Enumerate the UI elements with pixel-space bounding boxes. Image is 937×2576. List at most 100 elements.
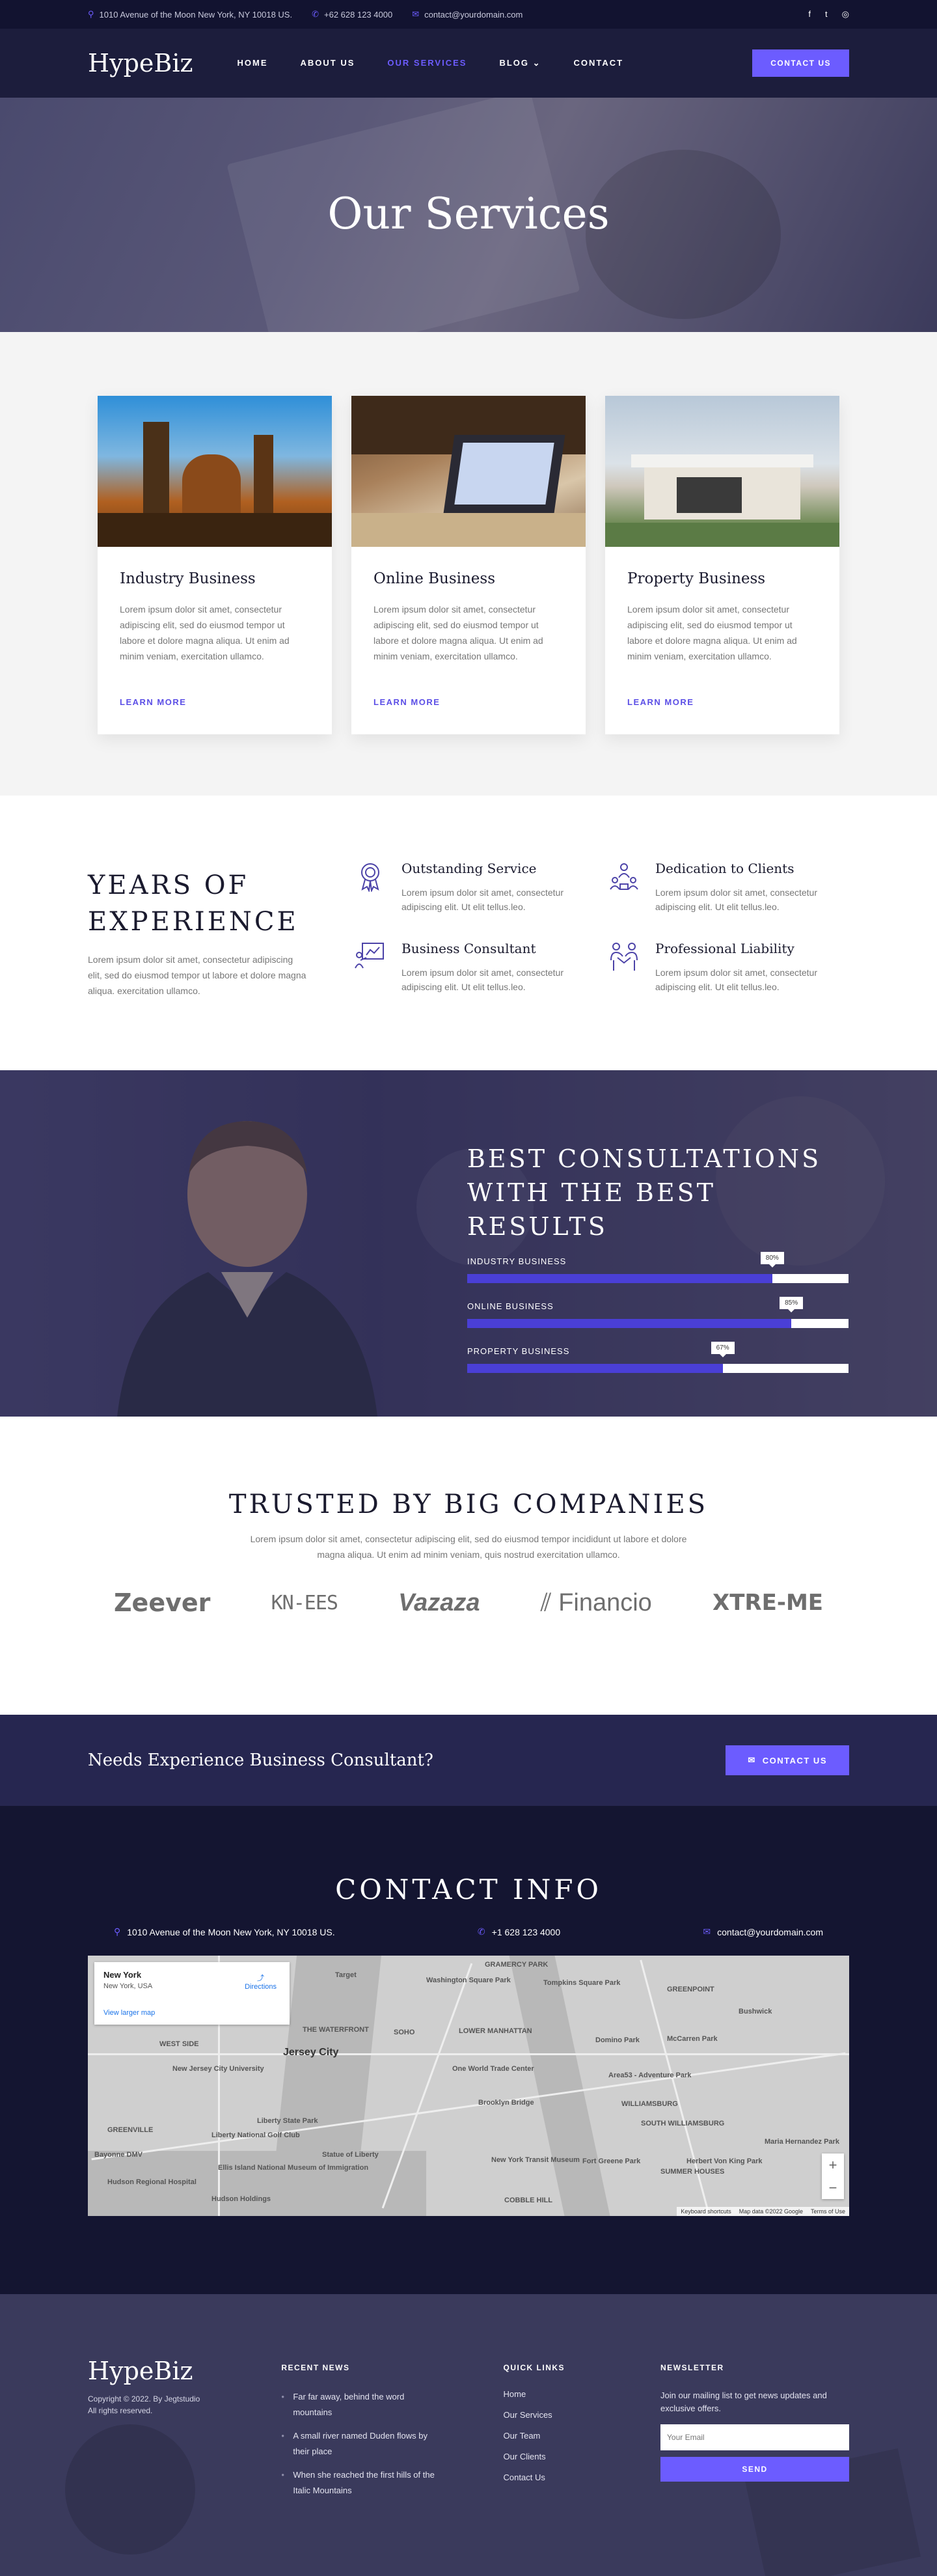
progress-fill	[467, 1274, 772, 1283]
feature-title: Dedication to Clients	[655, 861, 794, 876]
contact-section: CONTACT INFO ⚲ 1010 Avenue of the Moon Ne…	[0, 1806, 937, 2294]
newsletter-text: Join our mailing list to get news update…	[660, 2390, 827, 2413]
news-link[interactable]: Far far away, behind the word mountains	[281, 2389, 444, 2420]
experience-section: YEARS OF EXPERIENCE Lorem ipsum dolor sit…	[0, 796, 937, 1070]
footer-copyright: Copyright © 2022. By Jegtstudio All righ…	[88, 2393, 281, 2417]
facebook-icon[interactable]: f	[808, 9, 811, 20]
progress-bar: ONLINE BUSINESS 85%	[467, 1297, 849, 1328]
consultation-section: BEST CONSULTATIONS WITH THE BEST RESULTS …	[0, 1070, 937, 1417]
recent-news-title: RECENT NEWS	[281, 2363, 350, 2372]
client-logos: Zeever KN-EES Vazaza ⫽ Financio XTRE-ME	[114, 1588, 823, 1617]
award-icon	[355, 861, 386, 893]
map-label: Ellis Island National Museum of Immigrat…	[218, 2164, 369, 2172]
nav-services[interactable]: OUR SERVICES	[387, 58, 467, 68]
zoom-in-button[interactable]: +	[822, 2154, 844, 2176]
cta-contact-button[interactable]: ✉ CONTACT US	[726, 1745, 849, 1775]
phone-icon: ✆	[312, 9, 319, 19]
terms-link[interactable]: Terms of Use	[811, 2208, 845, 2215]
service-card: Industry Business Lorem ipsum dolor sit …	[98, 396, 332, 734]
learn-more-link[interactable]: LEARN MORE	[627, 697, 694, 707]
feature-item: Professional Liability Lorem ipsum dolor…	[608, 941, 843, 999]
feature-item: Business Consultant Lorem ipsum dolor si…	[355, 941, 608, 999]
progress-bar: INDUSTRY BUSINESS 80%	[467, 1252, 849, 1283]
progress-track: 67%	[467, 1342, 849, 1373]
location-pin-icon: ⚲	[88, 9, 94, 19]
service-card: Online Business Lorem ipsum dolor sit am…	[351, 396, 586, 734]
footer-link-services[interactable]: Our Services	[504, 2410, 660, 2420]
online-image	[351, 396, 586, 547]
map-label: SOHO	[394, 2029, 415, 2036]
industry-image	[98, 396, 332, 547]
contact-email[interactable]: ✉ contact@yourdomain.com	[703, 1926, 823, 1937]
map-label: Liberty State Park	[257, 2117, 318, 2125]
footer-copyright-line1: Copyright © 2022. By Jegtstudio	[88, 2394, 200, 2403]
instagram-icon[interactable]: ◎	[842, 9, 849, 20]
feature-text: Lorem ipsum dolor sit amet, consectetur …	[401, 967, 564, 992]
location-pin-icon: ⚲	[114, 1926, 121, 1937]
keyboard-shortcuts-link[interactable]: Keyboard shortcuts	[681, 2208, 731, 2215]
map-label: Brooklyn Bridge	[478, 2099, 534, 2107]
view-larger-map-link[interactable]: View larger map	[103, 2009, 155, 2017]
map-label: Bushwick	[739, 2008, 772, 2015]
card-title: Industry Business	[120, 570, 256, 587]
map-label: SOUTH WILLIAMSBURG	[641, 2120, 725, 2127]
contact-phone[interactable]: ✆ +1 628 123 4000	[478, 1926, 560, 1937]
nav-home[interactable]: HOME	[238, 58, 268, 68]
progress-label: PROPERTY BUSINESS	[467, 1346, 570, 1356]
progress-track: 80%	[467, 1252, 849, 1283]
news-link[interactable]: A small river named Duden flows by their…	[281, 2428, 444, 2459]
footer-link-team[interactable]: Our Team	[504, 2431, 660, 2441]
footer-link-contact[interactable]: Contact Us	[504, 2472, 660, 2482]
map-label: WILLIAMSBURG	[621, 2100, 678, 2108]
presentation-icon	[355, 941, 386, 972]
learn-more-link[interactable]: LEARN MORE	[120, 697, 186, 707]
learn-more-link[interactable]: LEARN MORE	[373, 697, 440, 707]
map-label: Bayonne DMV	[94, 2151, 143, 2159]
newsletter-email-input[interactable]	[660, 2424, 849, 2450]
main-nav: HOME ABOUT US OUR SERVICES BLOG ⌄ CONTAC…	[238, 58, 624, 68]
trusted-section: TRUSTED BY BIG COMPANIES Lorem ipsum dol…	[0, 1417, 937, 1715]
header-contact-button[interactable]: CONTACT US	[752, 49, 849, 77]
nav-about[interactable]: ABOUT US	[301, 58, 355, 68]
google-map[interactable]: Target Washington Square Park Tompkins Squ…	[88, 1956, 849, 2216]
map-data-credit: Map data ©2022 Google	[739, 2208, 803, 2215]
map-label: Herbert Von King Park	[686, 2157, 763, 2165]
news-link[interactable]: When she reached the first hills of the …	[281, 2467, 444, 2499]
card-text: Lorem ipsum dolor sit amet, consectetur …	[627, 604, 797, 661]
experience-text: Lorem ipsum dolor sit amet, consectetur …	[88, 954, 306, 996]
footer-link-clients[interactable]: Our Clients	[504, 2452, 660, 2461]
east-river	[509, 1956, 610, 2216]
feature-item: Dedication to Clients Lorem ipsum dolor …	[608, 861, 843, 919]
site-logo[interactable]: HypeBiz	[88, 49, 193, 77]
client-logo-knees: KN-EES	[271, 1591, 338, 1614]
card-text: Lorem ipsum dolor sit amet, consectetur …	[120, 604, 290, 661]
phone-icon: ✆	[477, 1926, 485, 1937]
service-card: Property Business Lorem ipsum dolor sit …	[605, 396, 839, 734]
contact-email-text: contact@yourdomain.com	[717, 1926, 823, 1937]
topbar-email[interactable]: ✉ contact@yourdomain.com	[412, 9, 523, 20]
map-label: One World Trade Center	[452, 2065, 534, 2073]
map-label: Maria Hernandez Park	[765, 2138, 839, 2146]
property-image	[605, 396, 839, 547]
progress-track: 85%	[467, 1297, 849, 1328]
newsletter-send-button[interactable]: SEND	[660, 2457, 849, 2482]
site-footer: HypeBiz Copyright © 2022. By Jegtstudio …	[0, 2294, 937, 2576]
twitter-icon[interactable]: t	[825, 9, 828, 20]
map-label: WEST SIDE	[159, 2040, 199, 2048]
contact-phone-text: +1 628 123 4000	[491, 1926, 561, 1937]
zoom-out-button[interactable]: −	[822, 2176, 844, 2199]
topbar-phone[interactable]: ✆ +62 628 123 4000	[312, 9, 392, 20]
nav-contact[interactable]: CONTACT	[574, 58, 624, 68]
footer-link-home[interactable]: Home	[504, 2389, 660, 2399]
nav-blog[interactable]: BLOG ⌄	[499, 58, 541, 68]
map-directions[interactable]: ⤴ Directions	[245, 1973, 277, 1991]
card-title: Online Business	[373, 570, 496, 587]
team-icon	[608, 861, 640, 892]
map-zoom-controls: + −	[822, 2154, 844, 2199]
footer-logo[interactable]: HypeBiz	[88, 2357, 281, 2385]
map-label: GREENVILLE	[107, 2126, 154, 2134]
map-label: THE WATERFRONT	[303, 2026, 369, 2034]
map-label: Jersey City	[283, 2047, 339, 2058]
map-label: Hudson Regional Hospital	[107, 2178, 197, 2186]
cta-text: Needs Experience Business Consultant?	[88, 1751, 433, 1770]
